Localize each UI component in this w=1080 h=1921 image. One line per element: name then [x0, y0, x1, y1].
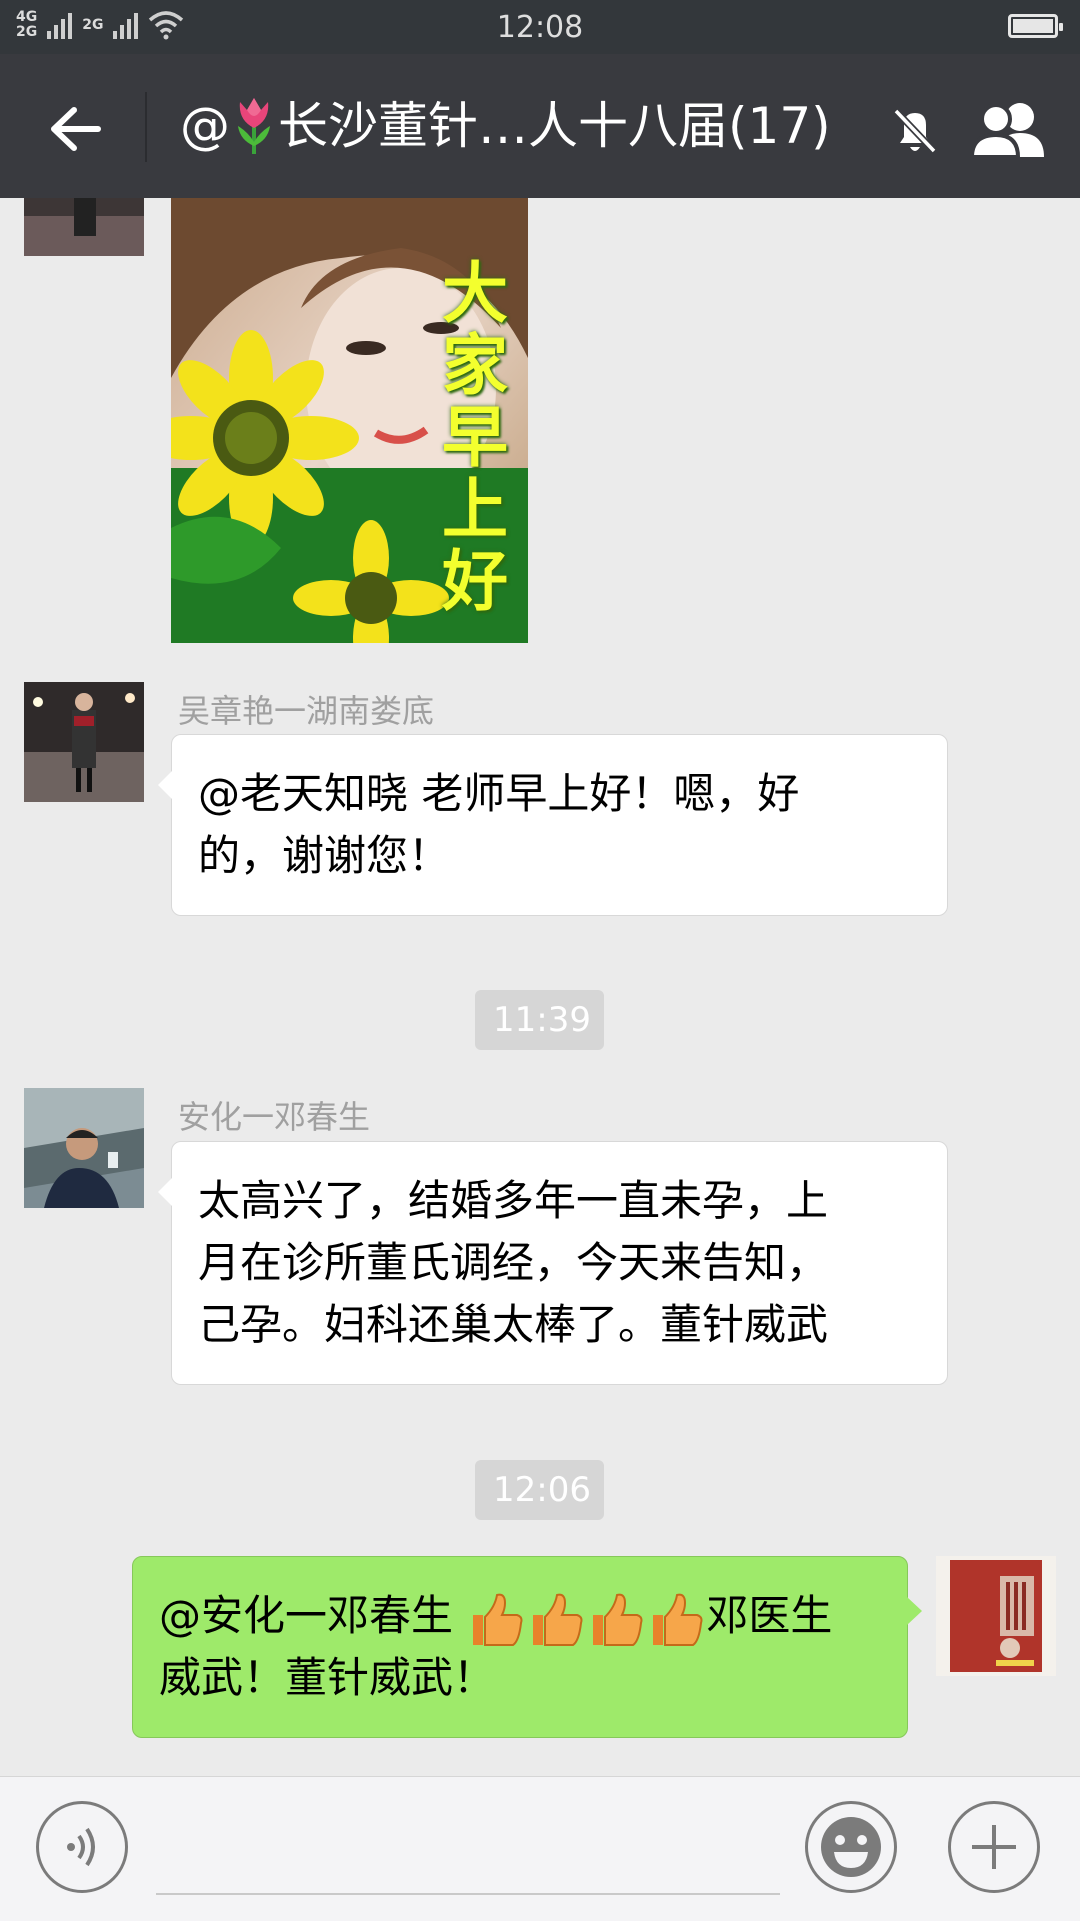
message-bubble[interactable]: @老天知晓 老师早上好！嗯，好 的，谢谢您！	[158, 734, 948, 916]
avatar[interactable]	[24, 682, 144, 802]
chat-area[interactable]: 大家早上好 吴章艳一湖南娄底 @老天知晓 老师早上好！嗯，好 的，谢谢您！ 11…	[0, 198, 1080, 1776]
image-message[interactable]: 大家早上好	[171, 198, 528, 643]
timestamp: 12:06	[475, 1460, 604, 1520]
message-line: 的，谢谢您！	[198, 831, 451, 880]
thumbs-up-icon	[473, 1593, 523, 1646]
status-bar: 4G 2G 2G 12:08	[0, 0, 1080, 54]
chat-header: @ 长沙董针…人十八届(17)	[0, 54, 1080, 198]
message-bubble[interactable]: 太高兴了，结婚多年一直未孕，上 月在诊所董氏调经，今天来告知， 己孕。妇科还巢太…	[158, 1141, 948, 1385]
back-arrow-icon	[51, 107, 101, 151]
emoji-icon	[821, 1817, 881, 1877]
back-button[interactable]	[30, 94, 120, 164]
message-text: 邓医生	[706, 1591, 833, 1640]
thumbs-up-icon	[593, 1593, 643, 1646]
message-line: @老天知晓 老师早上好！嗯，好	[198, 769, 800, 818]
sender-name: 安化一邓春生	[178, 1098, 371, 1136]
message-bubble-outgoing[interactable]: @安化一邓春生 邓医生 威武！董针威武！	[132, 1556, 922, 1738]
battery-icon	[1008, 14, 1063, 38]
mute-bell-icon	[893, 108, 937, 154]
emoji-button[interactable]	[805, 1801, 897, 1893]
message-input[interactable]	[156, 1797, 780, 1895]
plus-button[interactable]	[948, 1801, 1040, 1893]
header-divider	[145, 92, 147, 162]
message-line: 威武！董针威武！	[159, 1653, 496, 1702]
message-line: 己孕。妇科还巢太棒了。董针威武	[198, 1300, 829, 1349]
input-bar	[0, 1776, 1080, 1921]
message-line: @安化一邓春生 邓医生	[159, 1585, 881, 1647]
members-button[interactable]	[960, 94, 1060, 164]
avatar[interactable]	[24, 198, 144, 256]
status-clock: 12:08	[496, 10, 584, 45]
mute-indicator	[880, 96, 950, 166]
message-text: @安化一邓春生	[159, 1591, 467, 1640]
chat-title[interactable]: @ 长沙董针…人十八届(17)	[180, 96, 860, 156]
thumbs-up-icon	[653, 1593, 703, 1646]
chat-title-text: 长沙董针…人十八届(17)	[278, 97, 831, 155]
message-line: 月在诊所董氏调经，今天来告知，	[198, 1238, 829, 1287]
plus-icon	[972, 1825, 1016, 1869]
sender-name: 吴章艳一湖南娄底	[178, 692, 435, 730]
members-icon	[969, 103, 1044, 159]
thumbs-up-icon	[533, 1593, 583, 1646]
chat-title-prefix: @	[180, 97, 230, 155]
message-line: 太高兴了，结婚多年一直未孕，上	[198, 1176, 829, 1225]
thumbs-up-group	[466, 1591, 706, 1646]
avatar[interactable]	[24, 1088, 144, 1208]
voice-button[interactable]	[36, 1801, 128, 1893]
timestamp: 11:39	[475, 990, 604, 1050]
photo-caption: 大家早上好	[442, 255, 508, 620]
voice-icon	[67, 1827, 95, 1867]
my-avatar[interactable]	[936, 1556, 1056, 1676]
tulip-icon	[238, 98, 270, 154]
